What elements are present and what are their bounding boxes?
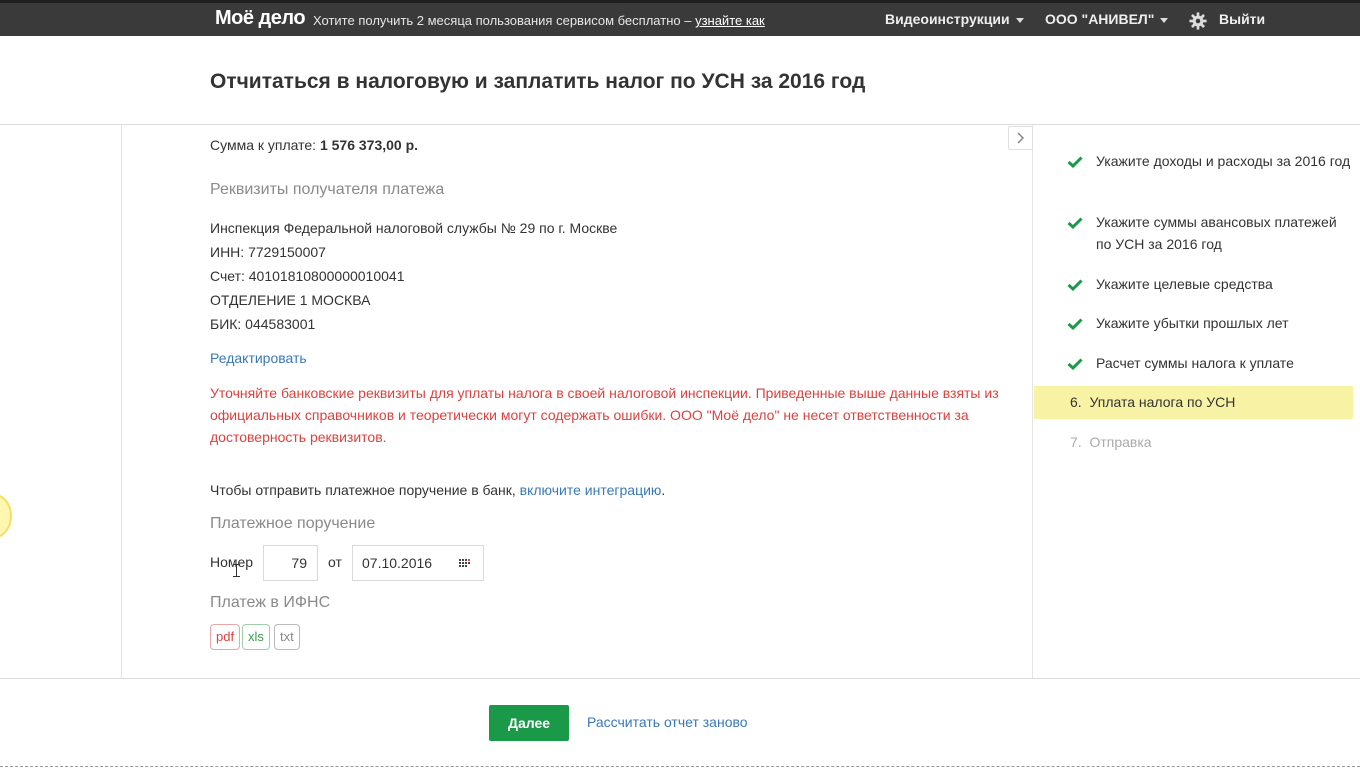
recipient-bank: ОТДЕЛЕНИЕ 1 МОСКВА — [210, 292, 371, 308]
top-bar: Моё дело Хотите получить 2 месяца пользо… — [0, 0, 1360, 36]
step-number: 6. — [1070, 394, 1082, 410]
sum-value: 1 576 373,00 р. — [319, 137, 419, 153]
company-label: ООО "АНИВЕЛ" — [1045, 11, 1155, 27]
promo-link[interactable]: узнайте как — [695, 13, 765, 28]
step-7-disabled: 7. Отправка — [1034, 431, 1353, 453]
calendar-icon[interactable] — [459, 559, 471, 568]
recipient-name: Инспекция Федеральной налоговой службы №… — [210, 220, 618, 236]
check-icon — [1067, 318, 1083, 330]
chevron-down-icon — [1160, 17, 1169, 23]
step-5[interactable]: Расчет суммы налога к уплате — [1034, 352, 1353, 374]
recipient-title: Реквизиты получателя платежа — [210, 181, 445, 198]
gear-icon[interactable] — [1189, 12, 1207, 30]
sum-to-pay: Сумма к уплате: 1 576 373,00 р. — [210, 137, 418, 153]
collapse-sidebar-button[interactable] — [1008, 126, 1033, 150]
edit-link[interactable]: Редактировать — [210, 350, 307, 366]
chevron-down-icon — [1015, 17, 1024, 23]
bank-text: Чтобы отправить платежное поручение в ба… — [210, 482, 520, 498]
enable-integration-link[interactable]: включите интеграцию — [520, 482, 662, 498]
from-label: от — [328, 554, 342, 570]
logout-link[interactable]: Выйти — [1219, 11, 1265, 27]
recipient-bik: БИК: 044583001 — [210, 316, 316, 332]
logo[interactable]: Моё дело — [215, 7, 306, 30]
bank-dot: . — [661, 482, 666, 498]
promo-text: Хотите получить 2 месяца пользования сер… — [313, 13, 696, 28]
promo-banner: Хотите получить 2 месяца пользования сер… — [313, 13, 765, 28]
recalculate-link[interactable]: Рассчитать отчет заново — [587, 714, 748, 730]
bank-integration-text: Чтобы отправить платежное поручение в ба… — [210, 482, 665, 498]
step-label: Расчет суммы налога к уплате — [1096, 355, 1294, 371]
check-icon — [1067, 156, 1083, 168]
number-label: Номер — [210, 554, 254, 570]
check-icon — [1067, 217, 1083, 229]
page-title: Отчитаться в налоговую и заплатить налог… — [210, 70, 866, 93]
xls-button[interactable]: xls — [242, 624, 270, 650]
step-4[interactable]: Укажите убытки прошлых лет — [1034, 312, 1353, 334]
step-2[interactable]: Укажите суммы авансовых платежей по УСН … — [1034, 211, 1353, 255]
step-6-active[interactable]: 6. Уплата налога по УСН — [1034, 386, 1353, 419]
step-label: Отправка — [1089, 434, 1152, 450]
company-menu[interactable]: ООО "АНИВЕЛ" — [1045, 11, 1169, 27]
date-field[interactable] — [352, 545, 484, 581]
ifns-title: Платеж в ИФНС — [210, 594, 331, 611]
recipient-account: Счет: 40101810800000010041 — [210, 268, 405, 284]
video-instructions-label: Видеоинструкции — [885, 11, 1010, 27]
payment-order-title: Платежное поручение — [210, 515, 376, 532]
footer-divider — [0, 766, 1360, 767]
help-bubble[interactable] — [0, 494, 12, 538]
step-3[interactable]: Укажите целевые средства — [1034, 273, 1353, 295]
check-icon — [1067, 279, 1083, 291]
text-cursor-icon — [233, 564, 240, 577]
number-input[interactable] — [263, 545, 318, 581]
step-label: Укажите доходы и расходы за 2016 год — [1096, 153, 1351, 169]
step-1[interactable]: Укажите доходы и расходы за 2016 год — [1034, 150, 1353, 172]
step-label: Укажите суммы авансовых платежей по УСН … — [1096, 214, 1337, 252]
page-header: Отчитаться в налоговую и заплатить налог… — [0, 36, 1360, 125]
recipient-inn: ИНН: 7729150007 — [210, 244, 326, 260]
step-label: Уплата налога по УСН — [1089, 394, 1236, 410]
txt-button[interactable]: txt — [274, 624, 300, 650]
warning-text: Уточняйте банковские реквизиты для уплат… — [210, 385, 999, 445]
step-number: 7. — [1070, 434, 1082, 450]
date-input[interactable] — [353, 546, 463, 580]
step-label: Укажите целевые средства — [1096, 276, 1273, 292]
video-instructions-menu[interactable]: Видеоинструкции — [885, 11, 1024, 27]
next-button[interactable]: Далее — [489, 705, 569, 741]
check-icon — [1067, 358, 1083, 370]
chevron-right-icon — [1017, 132, 1025, 144]
step-label: Укажите убытки прошлых лет — [1096, 315, 1289, 331]
pdf-button[interactable]: pdf — [210, 624, 241, 650]
sum-label: Сумма к уплате: — [210, 137, 320, 153]
